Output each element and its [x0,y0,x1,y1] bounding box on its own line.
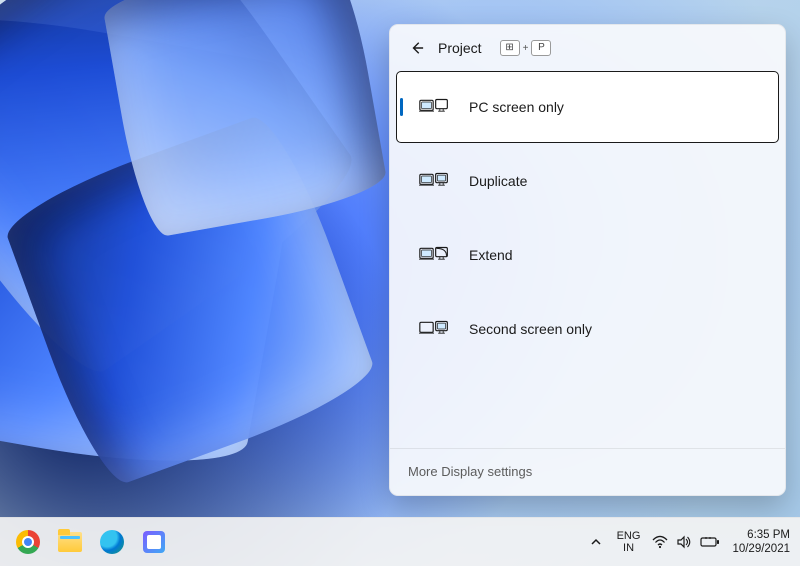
win-key-icon: ⊞ [500,40,520,56]
taskbar: ENG IN 6:35 PM 10/29/2021 [0,517,800,566]
clock-time: 6:35 PM [732,528,790,542]
folder-icon [58,532,82,552]
project-flyout: Project ⊞ + P PC screen only [389,24,786,496]
volume-icon [676,535,692,549]
tray-overflow-button[interactable] [587,528,605,556]
option-label: Extend [469,247,513,263]
duplicate-icon [417,171,451,191]
option-label: Second screen only [469,321,592,337]
option-label: PC screen only [469,99,564,115]
wifi-icon [652,535,668,549]
taskbar-system-tray: ENG IN 6:35 PM 10/29/2021 [587,528,790,556]
edge-app[interactable] [94,524,130,560]
clock[interactable]: 6:35 PM 10/29/2021 [732,528,790,556]
option-second-screen-only[interactable]: Second screen only [396,293,779,365]
option-extend[interactable]: Extend [396,219,779,291]
plus-separator: + [523,43,529,54]
language-indicator[interactable]: ENG IN [617,530,641,554]
chevron-up-icon [590,536,602,548]
battery-icon [700,536,720,548]
option-pc-screen-only[interactable]: PC screen only [396,71,779,143]
back-button[interactable] [408,39,426,57]
arrow-left-icon [410,41,424,55]
keyboard-shortcut-hint: ⊞ + P [500,40,552,56]
project-options-list: PC screen only Duplicate [390,69,785,448]
pc-screen-only-icon [417,97,451,117]
edge-icon [100,530,124,554]
clock-date: 10/29/2021 [732,542,790,556]
panel-title: Project [438,40,482,56]
pinned-app[interactable] [136,524,172,560]
file-explorer-app[interactable] [52,524,88,560]
project-flyout-footer: More Display settings [390,448,785,495]
second-screen-only-icon [417,319,451,339]
taskbar-pinned-apps [10,524,172,560]
app-icon [143,531,165,553]
extend-icon [417,245,451,265]
option-duplicate[interactable]: Duplicate [396,145,779,217]
more-display-settings-link[interactable]: More Display settings [408,464,532,479]
keyboard-layout: IN [617,542,641,554]
chrome-icon [16,530,40,554]
chrome-app[interactable] [10,524,46,560]
language-code: ENG [617,530,641,542]
p-key: P [531,40,551,56]
option-label: Duplicate [469,173,527,189]
project-flyout-header: Project ⊞ + P [390,25,785,69]
system-icons-group[interactable] [652,535,720,549]
